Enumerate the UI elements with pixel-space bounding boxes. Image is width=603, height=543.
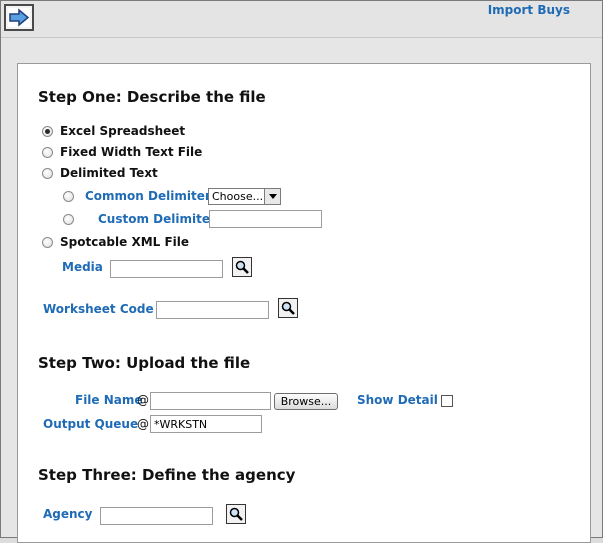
step-two-title: Step Two: Upload the file [38, 354, 251, 372]
common-delimiters-value: Choose... [212, 190, 264, 203]
step-three-title: Step Three: Define the agency [38, 466, 296, 484]
forward-arrow-button[interactable] [4, 4, 34, 31]
radio-common-delimiters[interactable] [63, 191, 74, 202]
media-label: Media [62, 260, 103, 274]
magnifier-icon [235, 260, 249, 274]
agency-label: Agency [43, 507, 93, 521]
magnifier-icon [229, 507, 243, 521]
file-name-label: File Name [75, 393, 143, 407]
app-window: Import Buys Step One: Describe the file … [0, 0, 603, 543]
radio-excel-spreadsheet[interactable] [42, 126, 53, 137]
media-lookup-button[interactable] [232, 257, 252, 277]
output-queue-input[interactable] [150, 415, 262, 433]
forward-arrow-icon [8, 8, 30, 27]
excel-spreadsheet-label: Excel Spreadsheet [60, 124, 186, 138]
import-form-panel: Step One: Describe the file Excel Spread… [17, 63, 591, 543]
radio-custom-delimiter[interactable] [63, 214, 74, 225]
media-input[interactable] [110, 260, 223, 278]
radio-spotcable-xml[interactable] [42, 237, 53, 248]
worksheet-code-input[interactable] [156, 301, 269, 319]
custom-delimiter-input[interactable] [209, 210, 322, 228]
common-delimiters-label: Common Delimiters [85, 189, 218, 203]
browse-button[interactable]: Browse... [274, 393, 338, 410]
radio-fixed-width[interactable] [42, 147, 53, 158]
fixed-width-label: Fixed Width Text File [60, 145, 203, 159]
output-queue-label: Output Queue [43, 417, 139, 431]
file-name-at: @ [137, 393, 149, 407]
delimited-text-label: Delimited Text [60, 166, 158, 180]
show-detail-checkbox[interactable] [441, 395, 453, 407]
worksheet-code-lookup-button[interactable] [278, 298, 298, 318]
agency-input[interactable] [100, 507, 213, 525]
worksheet-code-label: Worksheet Code [43, 302, 154, 316]
output-queue-at: @ [137, 417, 149, 431]
spotcable-xml-label: Spotcable XML File [60, 235, 190, 249]
show-detail-label: Show Detail [357, 393, 438, 407]
top-toolbar: Import Buys [1, 1, 602, 38]
magnifier-icon [281, 301, 295, 315]
custom-delimiter-label: Custom Delimiter [98, 212, 216, 226]
import-buys-title[interactable]: Import Buys [488, 3, 570, 17]
radio-delimited-text[interactable] [42, 168, 53, 179]
file-name-input[interactable] [150, 392, 271, 410]
chevron-down-icon[interactable] [264, 189, 280, 204]
step-one-title: Step One: Describe the file [38, 88, 266, 106]
common-delimiters-select[interactable]: Choose... [208, 188, 281, 205]
agency-lookup-button[interactable] [226, 504, 246, 524]
